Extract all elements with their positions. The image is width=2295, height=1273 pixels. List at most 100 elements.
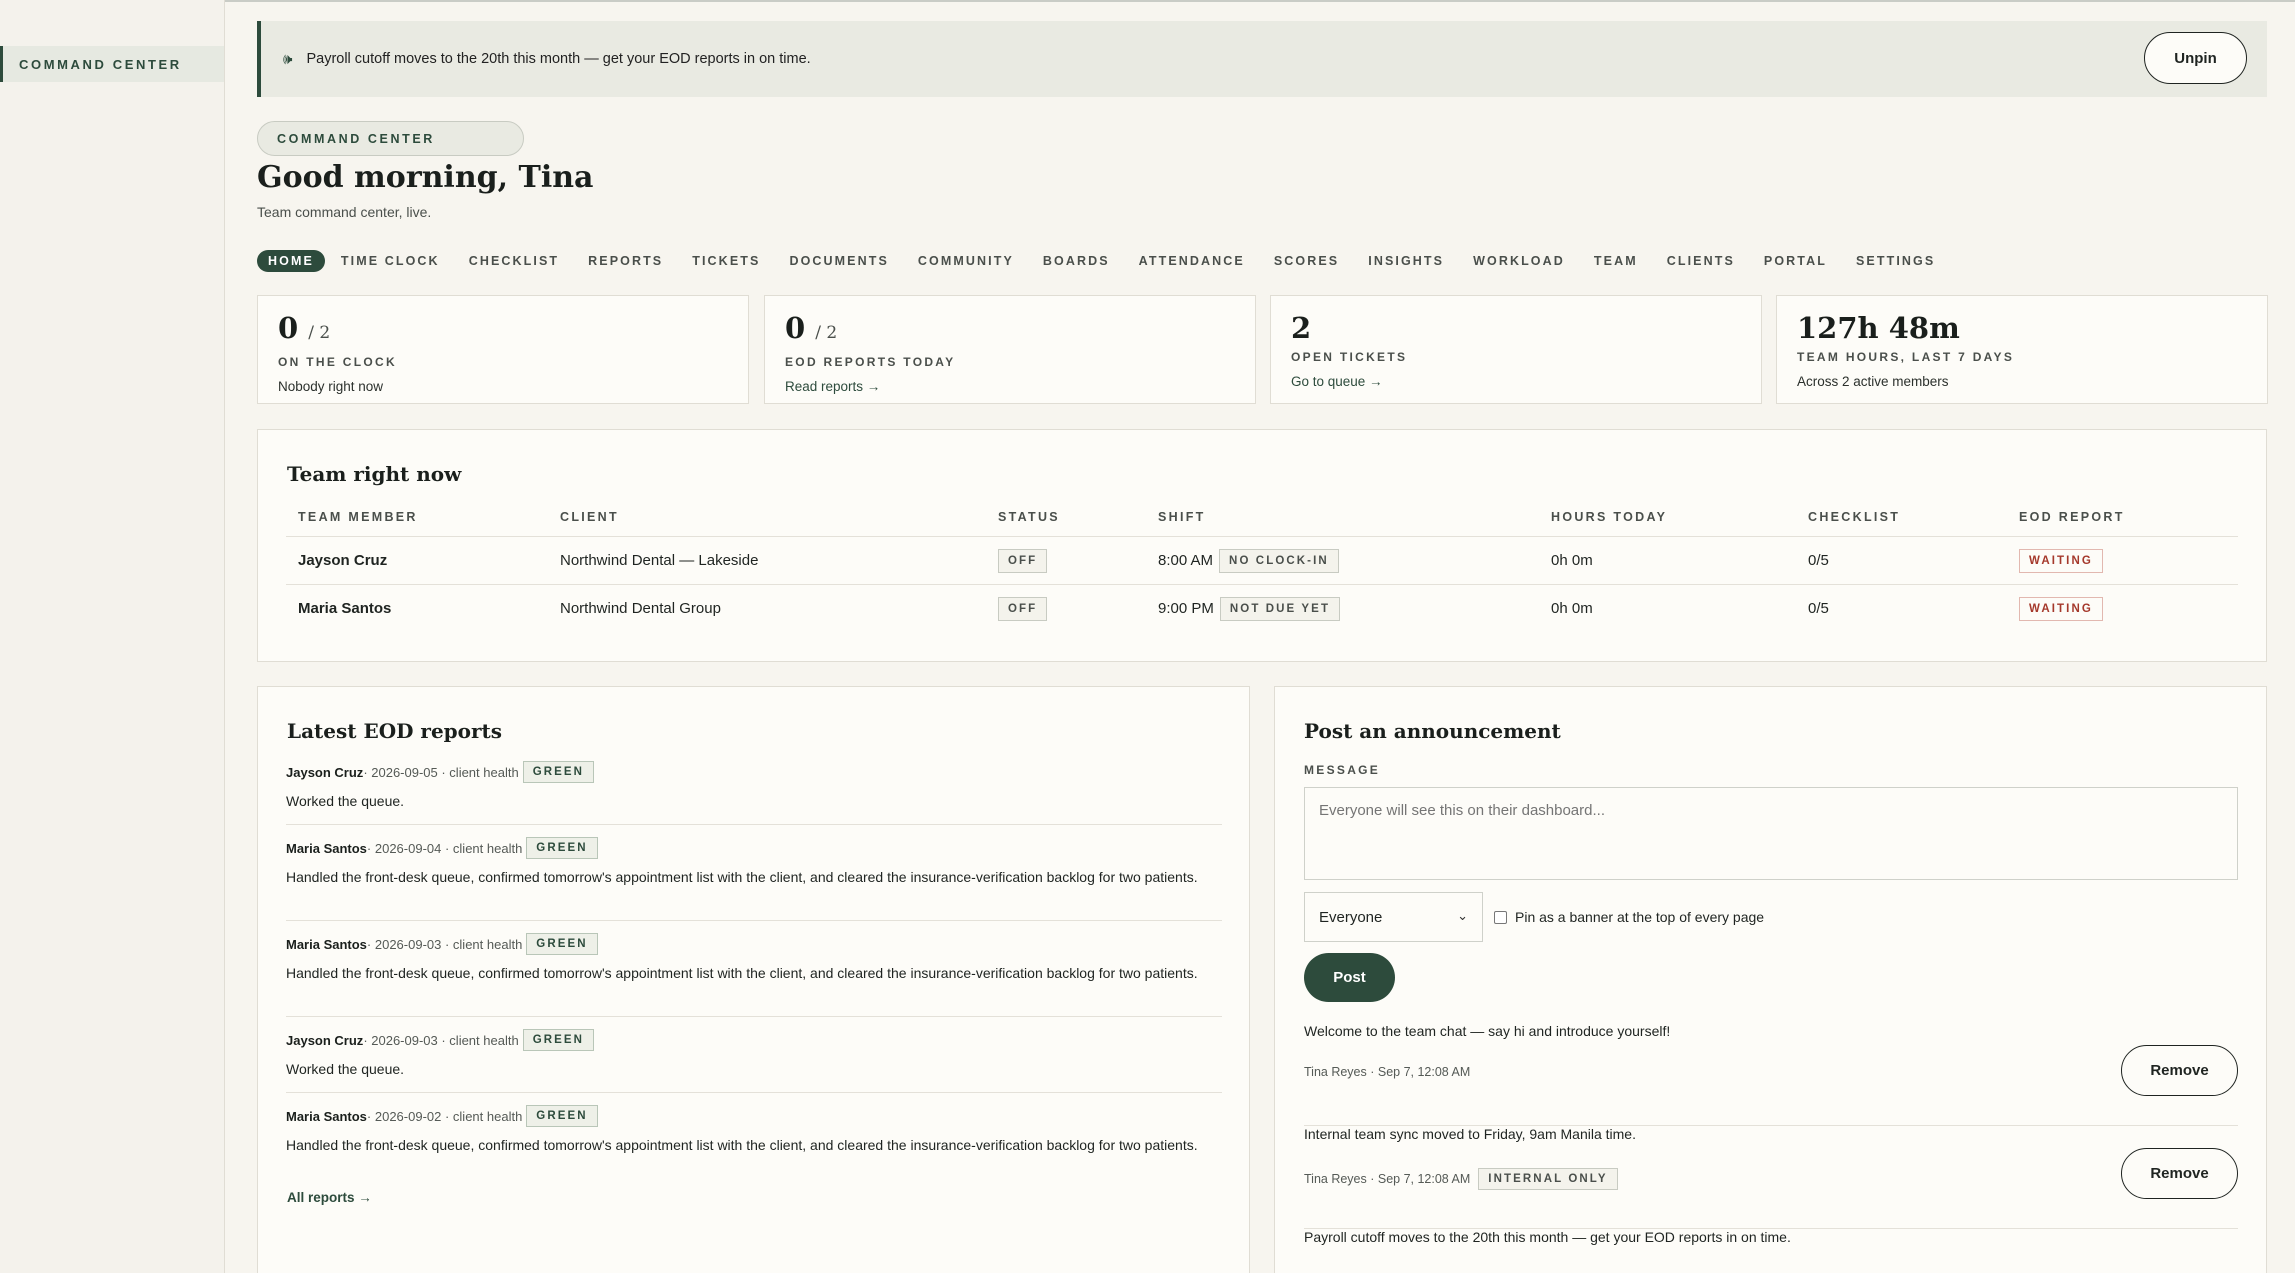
announcement-text: Welcome to the team chat — say hi and in… (1304, 1023, 1671, 1039)
health-badge: GREEN (526, 933, 598, 955)
tab-tickets[interactable]: TICKETS (692, 254, 760, 268)
stat-card-open-tickets: 2 OPEN TICKETS Go to queue → (1270, 295, 1762, 404)
stat-label: OPEN TICKETS (1291, 350, 1408, 364)
visibility-badge: INTERNAL ONLY (1478, 1168, 1618, 1190)
tab-home[interactable]: HOME (257, 250, 325, 272)
announcement-meta: Tina Reyes · Sep 7, 12:08 AM (1304, 1065, 1471, 1079)
report-author: Maria Santos (286, 1108, 367, 1124)
shift-time: 8:00 AM (1158, 552, 1214, 569)
tab-community[interactable]: COMMUNITY (918, 254, 1014, 268)
column-header: CHECKLIST (1808, 510, 1901, 524)
stat-card-team-hours: 127h 48m TEAM HOURS, LAST 7 DAYS Across … (1776, 295, 2268, 404)
stat-value: 0 (278, 311, 299, 345)
report-body: Handled the front-desk queue, confirmed … (286, 965, 1198, 981)
stat-denominator: / 2 (308, 323, 331, 343)
tab-team[interactable]: TEAM (1594, 254, 1638, 268)
tab-settings[interactable]: SETTINGS (1856, 254, 1935, 268)
pin-banner-label: Pin as a banner at the top of every page (1515, 909, 1765, 925)
shift-time: 9:00 PM (1158, 600, 1214, 617)
post-button[interactable]: Post (1304, 953, 1395, 1002)
banner-text: Payroll cutoff moves to the 20th this mo… (306, 51, 811, 67)
remove-button[interactable]: Remove (2121, 1148, 2238, 1199)
list-item[interactable]: Maria Santos · 2026-09-02 · client healt… (286, 1103, 1222, 1185)
member-name[interactable]: Jayson Cruz (298, 537, 387, 584)
list-item[interactable]: Maria Santos · 2026-09-03 · client healt… (286, 931, 1222, 1017)
stat-card-on-the-clock: 0 / 2 ON THE CLOCK Nobody right now (257, 295, 749, 404)
list-item[interactable]: Jayson Cruz · 2026-09-05 · client health… (286, 759, 1222, 825)
stat-label: ON THE CLOCK (278, 355, 397, 369)
list-item[interactable]: Maria Santos · 2026-09-04 · client healt… (286, 835, 1222, 921)
column-header: SHIFT (1158, 510, 1206, 524)
list-item[interactable]: Jayson Cruz · 2026-09-03 · client health… (286, 1027, 1222, 1093)
unpin-button[interactable]: Unpin (2144, 32, 2247, 84)
read-reports-link[interactable]: Read reports → (785, 379, 1235, 394)
member-name[interactable]: Maria Santos (298, 585, 391, 632)
tab-insights[interactable]: INSIGHTS (1368, 254, 1444, 268)
tab-documents[interactable]: DOCUMENTS (789, 254, 888, 268)
column-header: CLIENT (560, 510, 619, 524)
page-subtitle: Team command center, live. (257, 204, 432, 220)
announcement-title: Post an announcement (1304, 719, 1561, 743)
tab-workload[interactable]: WORKLOAD (1473, 254, 1565, 268)
chevron-down-icon: ⌄ (1457, 908, 1468, 923)
team-table-title: Team right now (287, 462, 462, 486)
report-meta: · 2026-09-03 · client health (366, 936, 523, 952)
table-row[interactable]: Jayson Cruz Northwind Dental — Lakeside … (286, 536, 2238, 584)
stat-value: 127h 48m (1797, 311, 1960, 345)
client-name: Northwind Dental — Lakeside (560, 552, 759, 569)
pin-banner-option[interactable]: Pin as a banner at the top of every page (1494, 909, 1764, 925)
page-eyebrow: COMMAND CENTER (257, 121, 524, 156)
stat-denominator: / 2 (815, 323, 838, 343)
audience-value: Everyone (1319, 908, 1383, 926)
tab-portal[interactable]: PORTAL (1764, 254, 1827, 268)
tab-scores[interactable]: SCORES (1274, 254, 1339, 268)
client-name: Northwind Dental Group (560, 600, 721, 617)
hours-today: 0h 0m (1551, 600, 1593, 617)
page-title: Good morning, Tina (257, 160, 594, 195)
announcement-text: Internal team sync moved to Friday, 9am … (1304, 1126, 1636, 1142)
sidebar-item-command-center[interactable]: COMMAND CENTER (0, 46, 224, 82)
stat-label: EOD REPORTS TODAY (785, 355, 956, 369)
tab-checklist[interactable]: CHECKLIST (469, 254, 559, 268)
tab-clients[interactable]: CLIENTS (1667, 254, 1735, 268)
pinned-banner: 🕪 Payroll cutoff moves to the 20th this … (257, 21, 2267, 97)
team-table-card: Team right now TEAM MEMBER CLIENT STATUS… (257, 429, 2267, 662)
health-badge: GREEN (526, 1105, 598, 1127)
eod-reports-title: Latest EOD reports (287, 719, 503, 743)
checklist-progress: 0/5 (1808, 552, 1829, 569)
announcement-item: Welcome to the team chat — say hi and in… (1304, 1023, 2238, 1126)
stat-note: Nobody right now (278, 379, 384, 394)
eod-reports-card: Latest EOD reports Jayson Cruz · 2026-09… (257, 686, 1250, 1273)
remove-button[interactable]: Remove (2121, 1045, 2238, 1096)
health-badge: GREEN (522, 1029, 595, 1051)
pin-banner-checkbox[interactable] (1494, 910, 1507, 924)
shift-badge: NOT DUE YET (1219, 596, 1341, 621)
tab-bar: HOME TIME CLOCK CHECKLIST REPORTS TICKET… (257, 250, 1964, 272)
shift-badge: NO CLOCK-IN (1219, 548, 1339, 573)
stat-card-eod-reports: 0 / 2 EOD REPORTS TODAY Read reports → (764, 295, 1256, 404)
tab-reports[interactable]: REPORTS (588, 254, 663, 268)
report-author: Maria Santos (286, 936, 367, 952)
audience-select[interactable]: Everyone ⌄ (1304, 892, 1483, 942)
report-body: Handled the front-desk queue, confirmed … (286, 1137, 1198, 1153)
message-input[interactable] (1304, 787, 2238, 880)
health-badge: GREEN (522, 761, 595, 783)
report-meta: · 2026-09-02 · client health (366, 1108, 523, 1124)
sidebar: COMMAND CENTER (0, 0, 225, 1273)
report-meta: · 2026-09-04 · client health (366, 840, 523, 856)
report-meta: · 2026-09-03 · client health (363, 1032, 519, 1048)
all-reports-link[interactable]: All reports → (287, 1190, 372, 1205)
report-body: Worked the queue. (286, 1061, 405, 1077)
go-to-queue-link[interactable]: Go to queue → (1291, 374, 1741, 389)
announcement-meta: Tina Reyes · Sep 7, 12:08 AM (1304, 1172, 1471, 1186)
tab-boards[interactable]: BOARDS (1043, 254, 1110, 268)
tab-attendance[interactable]: ATTENDANCE (1139, 254, 1245, 268)
column-header: TEAM MEMBER (298, 510, 418, 524)
health-badge: GREEN (526, 837, 598, 859)
status-badge: OFF (998, 596, 1048, 621)
tab-time-clock[interactable]: TIME CLOCK (341, 254, 440, 268)
stat-value: 0 (785, 311, 806, 345)
table-row[interactable]: Maria Santos Northwind Dental Group OFF … (286, 584, 2238, 632)
report-author: Jayson Cruz (286, 764, 364, 780)
report-meta: · 2026-09-05 · client health (363, 764, 519, 780)
